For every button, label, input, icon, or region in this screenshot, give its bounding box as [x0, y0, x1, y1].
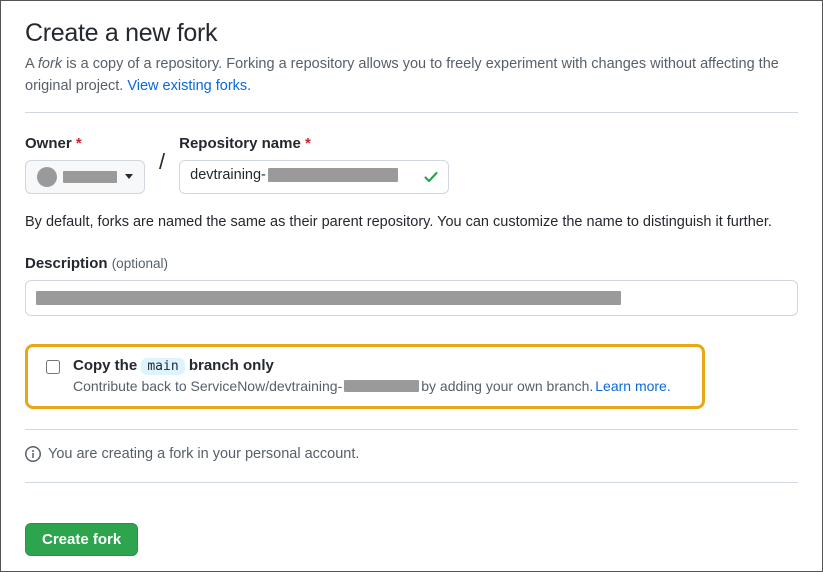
info-text: You are creating a fork in your personal…: [48, 446, 359, 462]
caret-down-icon: [125, 174, 133, 179]
description-field: Description (optional): [25, 255, 798, 316]
page-subheading: A fork is a copy of a repository. Forkin…: [25, 54, 798, 113]
info-icon: [25, 446, 41, 462]
repo-suffix-redacted: [344, 380, 419, 392]
divider: [25, 482, 798, 483]
create-fork-button[interactable]: Create fork: [25, 523, 138, 556]
owner-label: Owner *: [25, 135, 145, 152]
required-asterisk: *: [305, 135, 311, 152]
description-input[interactable]: [25, 280, 798, 316]
repo-name-field: Repository name * devtraining-: [179, 135, 449, 194]
repo-name-helper: By default, forks are named the same as …: [25, 212, 798, 234]
description-value-redacted: [36, 291, 621, 305]
check-icon: [423, 169, 439, 185]
required-asterisk: *: [76, 135, 82, 152]
branch-badge: main: [141, 358, 184, 375]
description-label: Description (optional): [25, 255, 798, 272]
slash-separator: /: [157, 149, 167, 179]
copy-main-branch-title: Copy the main branch only: [73, 357, 671, 374]
owner-select-button[interactable]: [25, 160, 145, 194]
learn-more-link[interactable]: Learn more.: [595, 378, 670, 394]
create-fork-page: Create a new fork A fork is a copy of a …: [0, 0, 823, 572]
copy-branch-option-highlight: Copy the main branch only Contribute bac…: [25, 344, 705, 409]
repo-name-input[interactable]: devtraining-: [179, 160, 449, 194]
owner-repo-row: Owner * / Repository name * devtraining-: [25, 135, 798, 194]
avatar-icon: [37, 167, 57, 187]
repo-name-redacted: [268, 168, 398, 182]
copy-main-branch-subtext: Contribute back to ServiceNow/devtrainin…: [73, 378, 671, 394]
copy-main-branch-checkbox[interactable]: [46, 360, 60, 374]
divider: [25, 429, 798, 430]
info-row: You are creating a fork in your personal…: [25, 446, 798, 462]
page-title: Create a new fork: [25, 19, 798, 48]
view-existing-forks-link[interactable]: View existing forks.: [127, 78, 251, 94]
owner-field: Owner *: [25, 135, 145, 194]
repo-name-label: Repository name *: [179, 135, 449, 152]
owner-name-redacted: [63, 171, 117, 183]
